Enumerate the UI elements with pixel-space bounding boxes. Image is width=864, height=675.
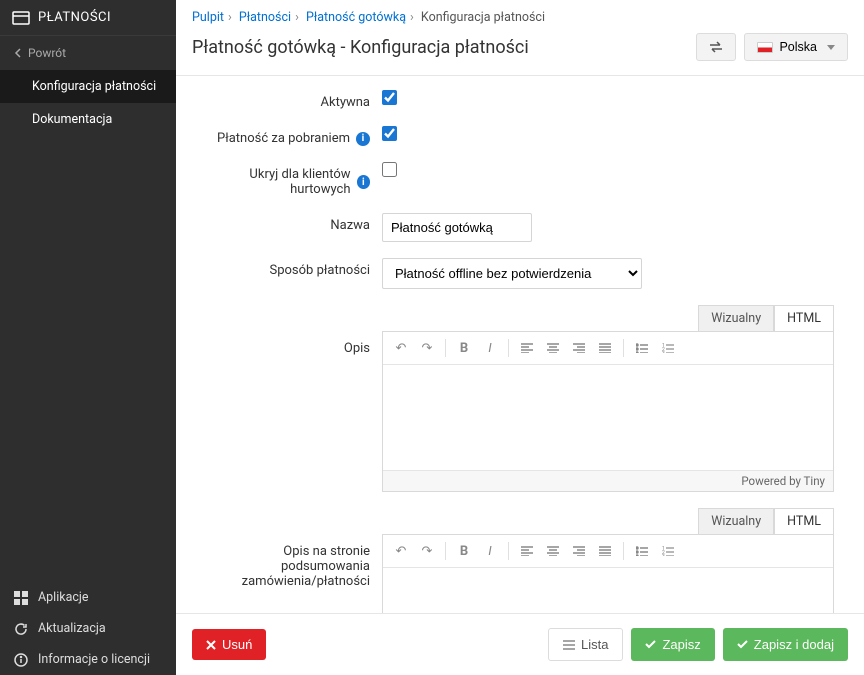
checkbox-wholesale[interactable]	[382, 162, 397, 177]
list-bullet-icon[interactable]	[630, 539, 654, 563]
bold-icon[interactable]: B	[452, 336, 476, 360]
label-wholesale-text: Ukryj dla klientów hurtowych	[192, 167, 351, 197]
save-add-button[interactable]: Zapisz i dodaj	[723, 628, 848, 661]
info-icon[interactable]: i	[357, 175, 370, 189]
sidebar-update[interactable]: Aktualizacja	[0, 613, 176, 644]
align-justify-icon[interactable]	[593, 539, 617, 563]
italic-icon[interactable]: I	[478, 539, 502, 563]
titlebar: Płatność gotówką - Konfiguracja płatnośc…	[176, 33, 864, 76]
align-left-icon[interactable]	[515, 336, 539, 360]
align-center-icon[interactable]	[541, 539, 565, 563]
flag-pl-icon	[757, 42, 773, 53]
svg-text:3: 3	[662, 351, 665, 353]
info-icon	[14, 653, 28, 667]
redo-icon[interactable]: ↷	[415, 539, 439, 563]
breadcrumb-platnosci[interactable]: Płatności	[239, 10, 291, 25]
sidebar-title: PŁATNOŚCI	[0, 0, 176, 36]
sidebar-item-docs[interactable]: Dokumentacja	[0, 103, 176, 136]
editor2-tab-visual[interactable]: Wizualny	[698, 508, 774, 534]
payments-icon	[12, 11, 30, 25]
undo-icon[interactable]: ↶	[389, 539, 413, 563]
breadcrumb-pulpit[interactable]: Pulpit	[192, 10, 224, 25]
list-button[interactable]: Lista	[548, 628, 623, 661]
label-cod: Płatność za pobraniem i	[192, 126, 382, 146]
main: Pulpit› Płatności› Płatność gotówką› Kon…	[176, 0, 864, 675]
editor-powered-by: Powered by Tiny	[741, 474, 825, 488]
input-name[interactable]	[382, 213, 532, 242]
select-method[interactable]: Płatność offline bez potwierdzenia	[382, 258, 642, 289]
page-title: Płatność gotówką - Konfiguracja płatnośc…	[192, 37, 529, 58]
editor-tab-visual[interactable]: Wizualny	[698, 305, 774, 331]
checkbox-active[interactable]	[382, 90, 397, 105]
sidebar-apps-label: Aplikacje	[38, 590, 89, 605]
save-label: Zapisz	[662, 637, 700, 652]
checkbox-cod[interactable]	[382, 126, 397, 141]
label-cod-text: Płatność za pobraniem	[217, 131, 350, 146]
align-right-icon[interactable]	[567, 336, 591, 360]
chevron-left-icon	[14, 48, 22, 58]
sidebar-update-label: Aktualizacja	[38, 621, 106, 636]
list-number-icon[interactable]: 123	[656, 539, 680, 563]
list-number-icon[interactable]: 123	[656, 336, 680, 360]
form-content: Aktywna Płatność za pobraniem i Ukryj dl…	[176, 76, 864, 675]
info-icon[interactable]: i	[356, 132, 370, 146]
sidebar-bottom: Aplikacje Aktualizacja Informacje o lice…	[0, 582, 176, 675]
align-center-icon[interactable]	[541, 336, 565, 360]
save-button[interactable]: Zapisz	[631, 628, 714, 661]
editor-description: ↶ ↷ B I	[382, 331, 834, 492]
breadcrumbs: Pulpit› Płatności› Płatność gotówką› Kon…	[176, 0, 864, 33]
align-justify-icon[interactable]	[593, 336, 617, 360]
editor2-tab-html[interactable]: HTML	[774, 508, 834, 534]
redo-icon[interactable]: ↷	[415, 336, 439, 360]
delete-label: Usuń	[222, 637, 252, 652]
label-name: Nazwa	[192, 213, 382, 233]
refresh-icon	[14, 622, 28, 636]
swap-icon	[709, 41, 723, 53]
svg-text:3: 3	[662, 554, 665, 556]
list-label: Lista	[581, 637, 608, 652]
bold-icon[interactable]: B	[452, 539, 476, 563]
delete-button[interactable]: Usuń	[192, 629, 266, 660]
check-icon	[737, 640, 748, 649]
italic-icon[interactable]: I	[478, 336, 502, 360]
label-description: Opis	[192, 305, 382, 356]
sidebar-apps[interactable]: Aplikacje	[0, 582, 176, 613]
save-add-label: Zapisz i dodaj	[754, 637, 834, 652]
breadcrumb-gotowka[interactable]: Płatność gotówką	[306, 10, 406, 25]
list-bullet-icon[interactable]	[630, 336, 654, 360]
sidebar-title-text: PŁATNOŚCI	[38, 10, 111, 25]
title-actions: Polska	[696, 33, 848, 61]
list-icon	[563, 640, 575, 650]
chevron-down-icon	[827, 45, 835, 50]
sidebar-license[interactable]: Informacje o licencji	[0, 644, 176, 675]
sidebar: PŁATNOŚCI Powrót Konfiguracja płatności …	[0, 0, 176, 675]
sidebar-nav: Konfiguracja płatności Dokumentacja	[0, 70, 176, 582]
apps-icon	[14, 591, 28, 605]
align-left-icon[interactable]	[515, 539, 539, 563]
editor-tab-html[interactable]: HTML	[774, 305, 834, 331]
editor-body[interactable]	[383, 365, 833, 470]
locale-button[interactable]: Polska	[744, 33, 848, 61]
sidebar-back[interactable]: Powrót	[0, 36, 176, 70]
undo-icon[interactable]: ↶	[389, 336, 413, 360]
sidebar-item-config[interactable]: Konfiguracja płatności	[0, 70, 176, 103]
swap-button[interactable]	[696, 33, 736, 61]
locale-label: Polska	[779, 40, 817, 54]
sidebar-back-label: Powrót	[28, 46, 66, 60]
close-icon	[206, 640, 216, 650]
label-summary-description: Opis na stronie podsumowania zamówienia/…	[192, 508, 382, 589]
breadcrumb-current: Konfiguracja płatności	[421, 10, 545, 25]
check-icon	[645, 640, 656, 649]
label-wholesale: Ukryj dla klientów hurtowych i	[192, 162, 382, 197]
label-method: Sposób płatności	[192, 258, 382, 278]
align-right-icon[interactable]	[567, 539, 591, 563]
footer: Usuń Lista Zapisz Zapisz i dodaj	[176, 613, 864, 675]
sidebar-license-label: Informacje o licencji	[38, 652, 150, 667]
label-active: Aktywna	[192, 90, 382, 110]
